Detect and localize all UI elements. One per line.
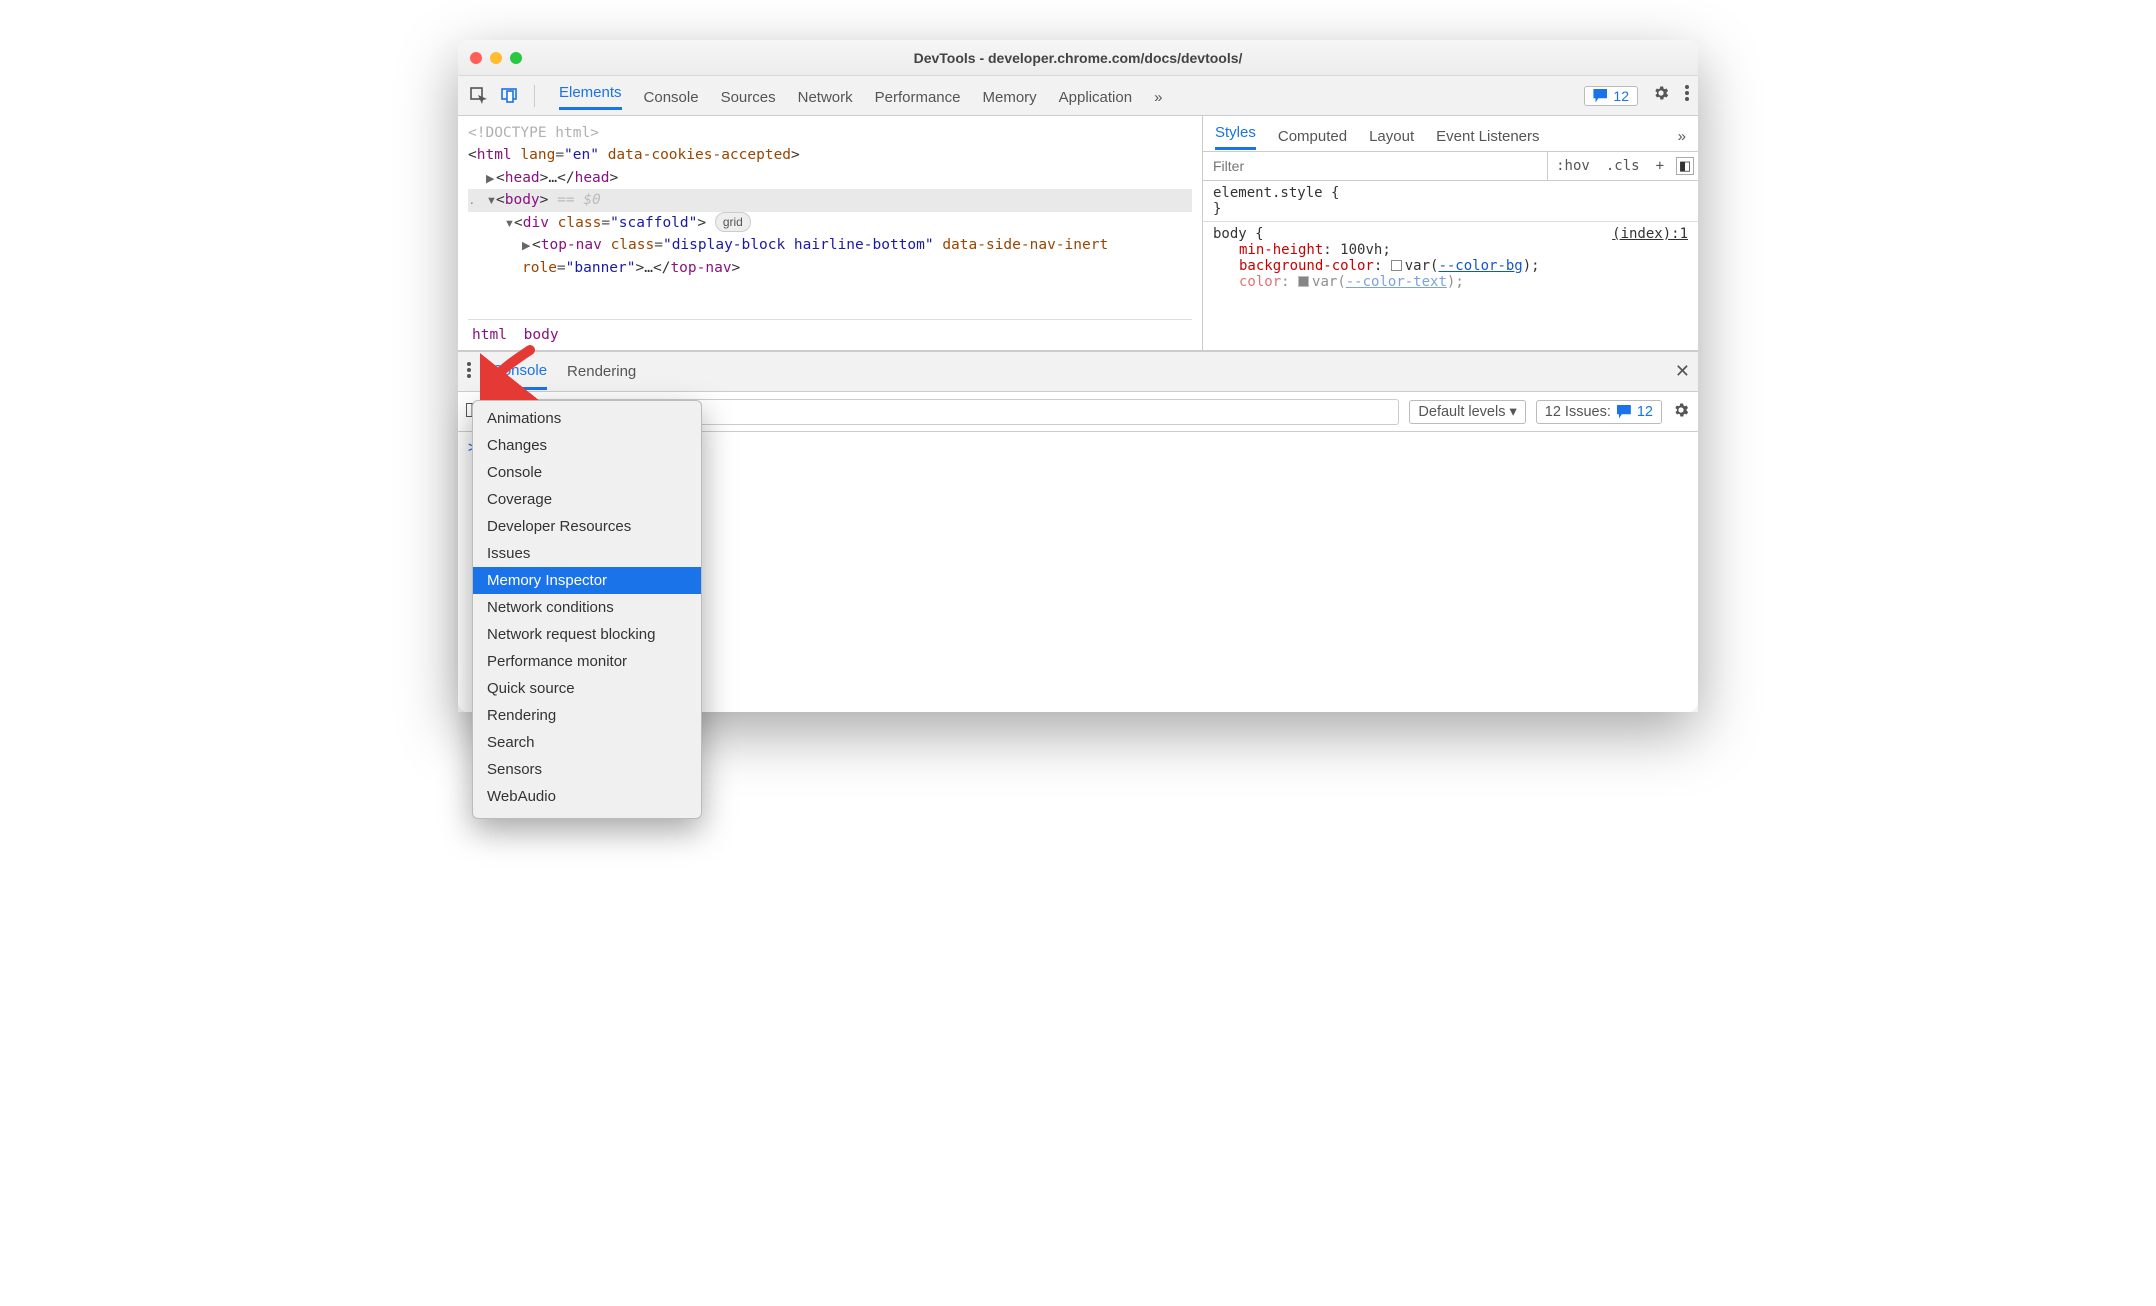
drawer-close-button[interactable]: ✕ bbox=[1675, 361, 1690, 382]
subtab-computed[interactable]: Computed bbox=[1278, 128, 1347, 145]
menu-item[interactable]: Issues bbox=[473, 540, 701, 567]
tab-memory[interactable]: Memory bbox=[983, 86, 1037, 106]
breadcrumb-item[interactable]: html bbox=[472, 327, 507, 343]
log-levels-select[interactable]: Default levels ▾ bbox=[1409, 400, 1525, 424]
drawer-tabs: Console Rendering ✕ bbox=[458, 352, 1698, 392]
dom-line[interactable]: <html lang="en" data-cookies-accepted> bbox=[468, 144, 1192, 166]
rule-line[interactable]: } bbox=[1213, 201, 1688, 217]
color-swatch-icon[interactable] bbox=[1391, 260, 1402, 271]
subtabs-overflow-icon[interactable]: » bbox=[1678, 128, 1686, 145]
window-titlebar: DevTools - developer.chrome.com/docs/dev… bbox=[458, 40, 1698, 76]
breadcrumb-item[interactable]: body bbox=[524, 327, 559, 343]
new-rule-plus-icon[interactable]: + bbox=[1648, 158, 1672, 174]
menu-item[interactable]: Network request blocking bbox=[473, 621, 701, 648]
dom-line[interactable]: ▶<head>…</head> bbox=[468, 167, 1192, 189]
rule-line[interactable]: element.style { bbox=[1213, 185, 1688, 201]
tab-application[interactable]: Application bbox=[1059, 86, 1132, 106]
menu-item[interactable]: Developer Resources bbox=[473, 513, 701, 540]
menu-item[interactable]: Search bbox=[473, 729, 701, 756]
styles-subtabs: Styles Computed Layout Event Listeners » bbox=[1203, 116, 1698, 152]
menu-item[interactable]: Sensors bbox=[473, 756, 701, 783]
subtab-styles[interactable]: Styles bbox=[1215, 124, 1256, 150]
issues-count: 12 bbox=[1613, 88, 1629, 104]
menu-item[interactable]: WebAudio bbox=[473, 783, 701, 810]
issues-counter[interactable]: 12 bbox=[1584, 86, 1638, 106]
dom-tree-panel[interactable]: <!DOCTYPE html> <html lang="en" data-coo… bbox=[458, 116, 1202, 350]
style-rules[interactable]: element.style { } body {(index):1 min-he… bbox=[1203, 181, 1698, 294]
menu-item[interactable]: Changes bbox=[473, 432, 701, 459]
console-settings-gear-icon[interactable] bbox=[1672, 401, 1690, 423]
tab-performance[interactable]: Performance bbox=[875, 86, 961, 106]
tabs-overflow-icon[interactable]: » bbox=[1154, 86, 1162, 106]
tab-console[interactable]: Console bbox=[644, 86, 699, 106]
inspect-element-icon[interactable] bbox=[466, 87, 492, 105]
color-swatch-icon[interactable] bbox=[1298, 276, 1309, 287]
cls-toggle[interactable]: .cls bbox=[1598, 158, 1648, 174]
source-link[interactable]: (index):1 bbox=[1612, 226, 1688, 242]
window-title: DevTools - developer.chrome.com/docs/dev… bbox=[458, 50, 1698, 66]
menu-item[interactable]: Rendering bbox=[473, 702, 701, 729]
tab-network[interactable]: Network bbox=[798, 86, 853, 106]
css-declaration[interactable]: min-height: 100vh; bbox=[1213, 242, 1688, 258]
issues-label: 12 Issues: bbox=[1545, 404, 1611, 420]
menu-item[interactable]: Quick source bbox=[473, 675, 701, 702]
divider bbox=[1203, 221, 1698, 222]
menu-item[interactable]: Coverage bbox=[473, 486, 701, 513]
drawer-tab-rendering[interactable]: Rendering bbox=[567, 363, 636, 380]
more-menu-kebab-icon[interactable] bbox=[1684, 84, 1690, 107]
chat-icon bbox=[1593, 89, 1607, 103]
settings-gear-icon[interactable] bbox=[1652, 84, 1670, 107]
chat-icon bbox=[1617, 405, 1631, 419]
subtab-layout[interactable]: Layout bbox=[1369, 128, 1414, 145]
issues-count: 12 bbox=[1637, 404, 1653, 420]
console-issues-button[interactable]: 12 Issues: 12 bbox=[1536, 400, 1662, 424]
panel-toggle-icon[interactable]: ◧ bbox=[1676, 157, 1694, 175]
menu-item[interactable]: Performance monitor bbox=[473, 648, 701, 675]
styles-panel: Styles Computed Layout Event Listeners »… bbox=[1202, 116, 1698, 350]
dom-tree[interactable]: <!DOCTYPE html> <html lang="en" data-coo… bbox=[468, 122, 1192, 319]
tab-sources[interactable]: Sources bbox=[721, 86, 776, 106]
more-tools-menu: Animations Changes Console Coverage Deve… bbox=[472, 400, 702, 819]
panel-tabs: Elements Console Sources Network Perform… bbox=[559, 76, 1162, 115]
css-declaration[interactable]: background-color: var(--color-bg); bbox=[1213, 258, 1688, 274]
drawer-kebab-icon[interactable] bbox=[466, 361, 472, 383]
menu-item[interactable]: Console bbox=[473, 459, 701, 486]
styles-filter-bar: :hov .cls + ◧ bbox=[1203, 152, 1698, 181]
drawer-tab-console[interactable]: Console bbox=[492, 354, 547, 390]
menu-item[interactable]: Animations bbox=[473, 405, 701, 432]
toolbar-right: 12 bbox=[1584, 84, 1690, 107]
main-toolbar: Elements Console Sources Network Perform… bbox=[458, 76, 1698, 116]
layout-chip[interactable]: grid bbox=[715, 212, 751, 233]
menu-item-highlighted[interactable]: Memory Inspector bbox=[473, 567, 701, 594]
dom-line[interactable]: ▼<div class="scaffold"> grid bbox=[468, 212, 1192, 234]
dom-line[interactable]: ▶<top-nav class="display-block hairline-… bbox=[468, 234, 1192, 279]
css-declaration[interactable]: color: var(--color-text); bbox=[1213, 274, 1688, 290]
dom-line[interactable]: <!DOCTYPE html> bbox=[468, 122, 1192, 144]
divider bbox=[534, 85, 535, 107]
main-split: <!DOCTYPE html> <html lang="en" data-coo… bbox=[458, 116, 1698, 351]
device-toolbar-icon[interactable] bbox=[496, 87, 522, 105]
dom-breadcrumb: html body bbox=[468, 319, 1192, 350]
tab-elements[interactable]: Elements bbox=[559, 81, 622, 110]
subtab-event-listeners[interactable]: Event Listeners bbox=[1436, 128, 1539, 145]
rule-line[interactable]: body {(index):1 bbox=[1213, 226, 1688, 242]
styles-filter-input[interactable] bbox=[1203, 152, 1548, 180]
dom-line-selected[interactable]: ▼<body> == $0 bbox=[468, 189, 1192, 211]
devtools-window: DevTools - developer.chrome.com/docs/dev… bbox=[458, 40, 1698, 712]
menu-item[interactable]: Network conditions bbox=[473, 594, 701, 621]
hov-toggle[interactable]: :hov bbox=[1548, 158, 1598, 174]
